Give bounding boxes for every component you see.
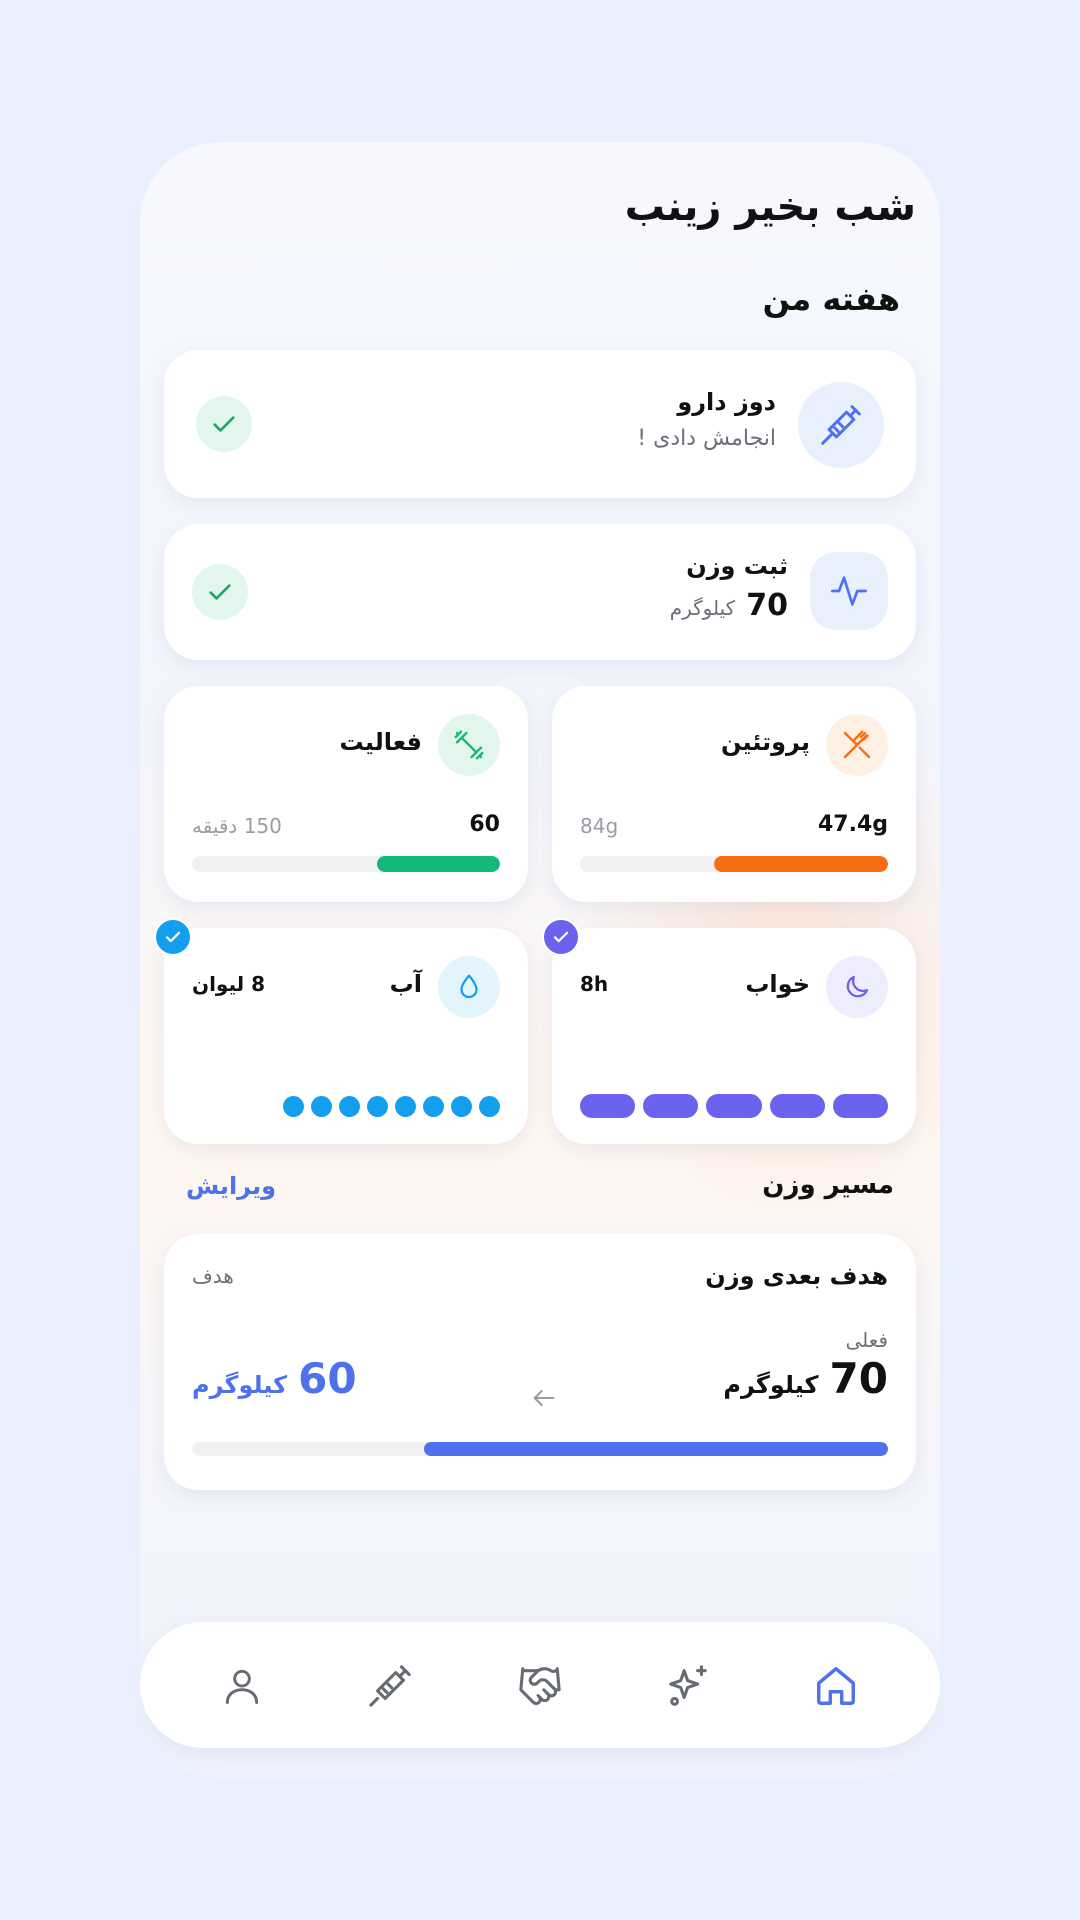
fork-knife-icon xyxy=(826,714,888,776)
weight-log-unit: کیلوگرم xyxy=(669,596,736,620)
week-section-title: هفته من xyxy=(762,280,900,318)
water-glass-dot xyxy=(423,1096,444,1117)
current-weight-row: 70 کیلوگرم xyxy=(723,1354,888,1403)
protein-progress-fill xyxy=(714,856,888,872)
weight-log-value: 70 xyxy=(746,588,788,623)
weight-goal-card[interactable]: هدف بعدی وزن هدف فعلی 70 کیلوگرم 60 کیلو… xyxy=(164,1234,916,1490)
current-weight-unit: کیلوگرم xyxy=(723,1371,819,1399)
water-glasses-indicator xyxy=(283,1096,500,1118)
arrow-left-icon xyxy=(530,1384,558,1412)
nav-medication[interactable] xyxy=(362,1658,418,1714)
sparkles-icon xyxy=(669,1665,707,1706)
water-card[interactable]: آب 8 لیوان xyxy=(164,928,528,1144)
edit-link[interactable]: ویرایش xyxy=(186,1172,276,1200)
protein-title: پروتئین xyxy=(720,728,810,756)
weight-log-done-check-icon xyxy=(192,564,248,620)
nav-insights[interactable] xyxy=(660,1658,716,1714)
protein-progress-bar xyxy=(580,856,888,872)
water-glass-dot xyxy=(395,1096,416,1117)
water-glass-dot xyxy=(339,1096,360,1117)
medication-done-check-icon xyxy=(196,396,252,452)
goal-weight-value: 60 xyxy=(298,1354,357,1403)
water-value: 8 لیوان xyxy=(192,972,266,996)
current-label: فعلی xyxy=(845,1328,889,1352)
water-drop-icon xyxy=(438,956,500,1018)
sleep-hour-segment xyxy=(769,1094,825,1118)
pulse-icon xyxy=(810,552,888,630)
nav-home[interactable] xyxy=(808,1658,864,1714)
weight-log-title: ثبت وزن xyxy=(686,552,788,580)
protein-card[interactable]: پروتئین 47.4g 84g xyxy=(552,686,916,902)
sleep-card[interactable]: خواب 8h xyxy=(552,928,916,1144)
weight-goal-progress-fill xyxy=(423,1442,888,1456)
protein-current: 47.4g xyxy=(817,812,888,837)
sleep-complete-check-icon xyxy=(542,918,580,956)
current-weight-value: 70 xyxy=(829,1354,888,1403)
water-glass-dot xyxy=(283,1096,304,1117)
sleep-hour-segment xyxy=(832,1094,889,1118)
activity-progress-bar xyxy=(192,856,500,872)
sleep-hour-segment xyxy=(706,1094,762,1118)
activity-current: 60 xyxy=(469,812,500,837)
sleep-hours-indicator xyxy=(580,1094,889,1118)
app-screen: شب بخیر زینب هفته من دوز دارو انجامش داد… xyxy=(140,142,940,1778)
water-title: آب xyxy=(389,970,422,998)
sleep-value: 8h xyxy=(580,972,609,996)
weight-goal-progress-bar xyxy=(192,1442,888,1456)
sleep-hour-segment xyxy=(580,1094,636,1118)
water-complete-check-icon xyxy=(154,918,192,956)
weight-log-card[interactable]: ثبت وزن 70 کیلوگرم xyxy=(164,524,916,660)
bottom-navigation xyxy=(140,1622,940,1748)
protein-target: 84g xyxy=(580,814,619,838)
activity-progress-fill xyxy=(376,856,500,872)
water-glass-dot xyxy=(479,1096,500,1117)
activity-card[interactable]: فعالیت 60 150 دقیقه xyxy=(164,686,528,902)
weight-log-value-row: 70 کیلوگرم xyxy=(670,588,788,623)
activity-title: فعالیت xyxy=(339,728,423,756)
dumbbell-icon xyxy=(438,714,500,776)
sleep-hour-segment xyxy=(643,1094,699,1118)
goal-card-title: هدف بعدی وزن xyxy=(705,1262,888,1290)
medication-subtitle: انجامش دادی ! xyxy=(637,426,776,451)
activity-target: 150 دقیقه xyxy=(192,814,282,838)
water-glass-dot xyxy=(311,1096,332,1117)
water-glass-dot xyxy=(367,1096,388,1117)
nav-support[interactable] xyxy=(512,1658,568,1714)
moon-icon xyxy=(826,956,888,1018)
goal-weight-unit: کیلوگرم xyxy=(192,1371,288,1399)
weight-path-title: مسیر وزن xyxy=(762,1170,894,1200)
syringe-icon xyxy=(369,1665,411,1707)
handshake-icon xyxy=(519,1667,561,1705)
medication-card[interactable]: دوز دارو انجامش دادی ! xyxy=(164,350,916,498)
medication-title: دوز دارو xyxy=(677,388,776,416)
user-icon xyxy=(225,1669,259,1704)
water-glass-dot xyxy=(451,1096,472,1117)
home-icon xyxy=(817,1667,855,1705)
goal-label: هدف xyxy=(192,1264,234,1288)
goal-weight-row: 60 کیلوگرم xyxy=(192,1354,357,1403)
nav-profile[interactable] xyxy=(214,1658,270,1714)
sleep-title: خواب xyxy=(745,970,810,998)
syringe-icon xyxy=(798,382,884,468)
greeting-title: شب بخیر زینب xyxy=(624,184,916,230)
